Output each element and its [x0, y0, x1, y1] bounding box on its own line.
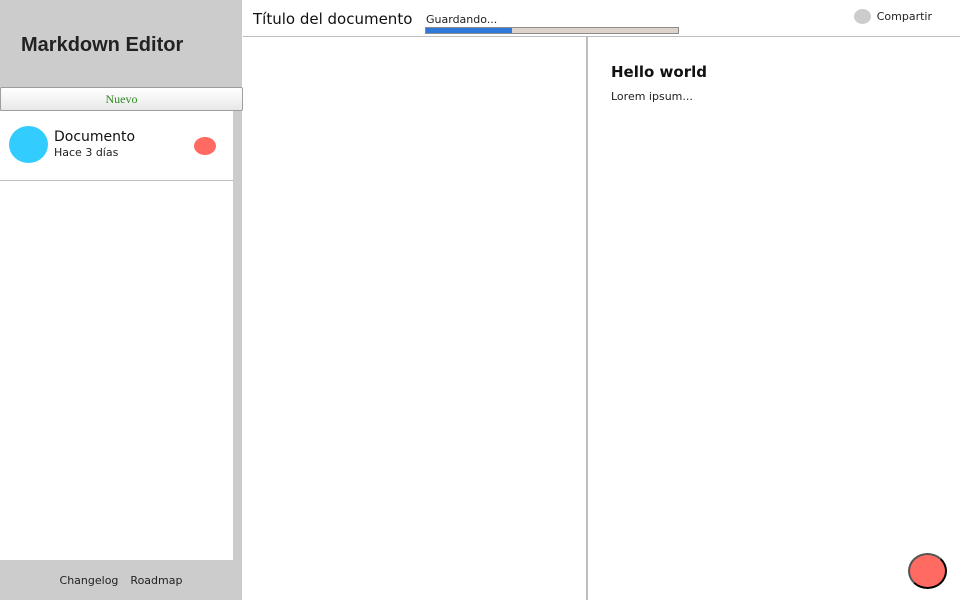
preview-pane: Hello world Lorem ipsum... [589, 37, 960, 600]
changelog-link[interactable]: Changelog [60, 574, 119, 587]
saving-progress-bar [425, 27, 679, 34]
preview-body: Lorem ipsum... [611, 90, 693, 103]
sidebar: Markdown Editor Nuevo Documento Hace 3 d… [0, 0, 243, 600]
floating-action-button[interactable] [908, 553, 947, 589]
document-title[interactable]: Título del documento [253, 10, 412, 28]
share-button[interactable]: Compartir [853, 9, 932, 24]
document-list: Documento Hace 3 días [0, 111, 233, 560]
sidebar-footer: Changelog Roadmap [0, 560, 242, 600]
new-document-button[interactable]: Nuevo [0, 87, 243, 111]
delete-document-icon[interactable] [194, 137, 216, 155]
roadmap-link[interactable]: Roadmap [130, 574, 182, 587]
document-date: Hace 3 días [54, 146, 119, 159]
saving-progress-fill [426, 28, 512, 33]
preview-heading: Hello world [611, 63, 707, 81]
share-icon [853, 9, 871, 24]
app-title: Markdown Editor [21, 34, 184, 56]
document-list-item[interactable]: Documento Hace 3 días [0, 111, 233, 181]
saving-status: Guardando... [426, 13, 498, 26]
document-avatar-icon [9, 126, 48, 163]
markdown-editor-pane[interactable] [243, 37, 588, 600]
share-label: Compartir [876, 10, 932, 23]
document-name: Documento [54, 129, 136, 145]
top-bar: Título del documento Guardando... Compar… [243, 0, 960, 37]
